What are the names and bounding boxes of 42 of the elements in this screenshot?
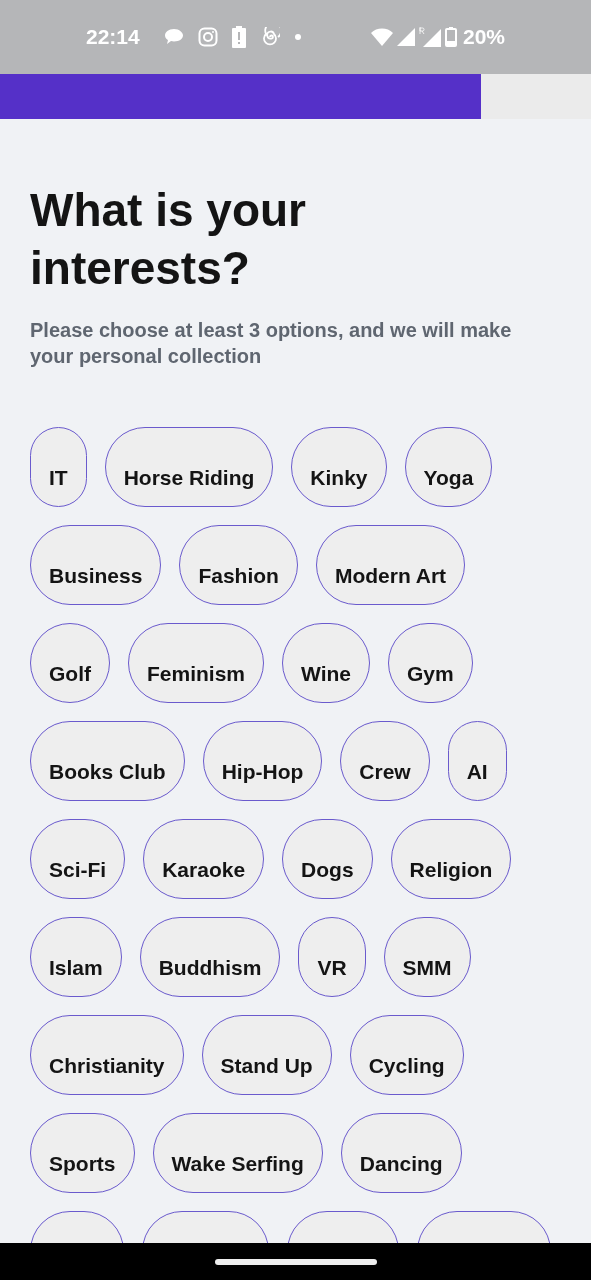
interest-chip[interactable]: Kinky xyxy=(291,427,387,507)
battery-icon xyxy=(444,27,457,47)
interest-chip[interactable]: Business xyxy=(30,525,162,605)
page-title: What is your interests? xyxy=(30,183,308,296)
interest-chip[interactable]: Golf xyxy=(30,623,110,703)
home-handle[interactable] xyxy=(214,1258,377,1265)
interest-chip[interactable]: Wine xyxy=(282,623,370,703)
interest-chip[interactable]: Karaoke xyxy=(143,819,265,899)
interest-chip[interactable]: Feminism xyxy=(128,623,265,703)
interest-chip[interactable]: Dancing xyxy=(340,1113,462,1193)
interest-chip[interactable]: Sports xyxy=(30,1113,135,1193)
roaming-signal-icon xyxy=(418,27,441,47)
interest-chip[interactable]: Hip-Hop xyxy=(202,721,323,801)
interest-chip[interactable]: Christianity xyxy=(30,1015,184,1095)
signal-icon xyxy=(396,28,415,46)
interest-chip[interactable]: VR xyxy=(298,917,366,997)
interest-chip[interactable]: Stand Up xyxy=(201,1015,332,1095)
battery-alert-icon xyxy=(231,26,246,48)
interest-chip[interactable]: Yoga xyxy=(404,427,493,507)
interest-chip[interactable]: Modern Art xyxy=(315,525,466,605)
interest-chip[interactable]: Crew xyxy=(340,721,430,801)
interest-chip[interactable]: Buddhism xyxy=(139,917,281,997)
interest-chip[interactable]: Books Club xyxy=(30,721,185,801)
clock: 22:14 xyxy=(86,24,140,51)
interest-chip[interactable]: AI xyxy=(447,721,507,801)
interest-chip[interactable]: Sci-Fi xyxy=(30,819,126,899)
interest-chip[interactable]: Religion xyxy=(390,819,512,899)
interest-chip[interactable]: Wake Serfing xyxy=(152,1113,323,1193)
interest-chip[interactable]: Horse Riding xyxy=(104,427,274,507)
interest-chip[interactable]: IT xyxy=(30,427,87,507)
interest-chip[interactable]: Dogs xyxy=(282,819,373,899)
wifi-icon xyxy=(370,28,393,46)
interest-chip[interactable]: SMM xyxy=(383,917,471,997)
interest-chip[interactable]: Gym xyxy=(388,623,473,703)
interest-chip[interactable]: Cycling xyxy=(349,1015,464,1095)
dot-icon xyxy=(293,33,302,41)
interest-chip[interactable]: Fashion xyxy=(179,525,298,605)
camera-icon xyxy=(197,27,218,47)
chat-icon xyxy=(163,28,184,46)
interest-chip[interactable]: Islam xyxy=(30,917,122,997)
battery-percentage: 20% xyxy=(462,24,505,51)
page-subtitle: Please choose at least 3 options, and we will make your personal collection xyxy=(30,318,513,369)
